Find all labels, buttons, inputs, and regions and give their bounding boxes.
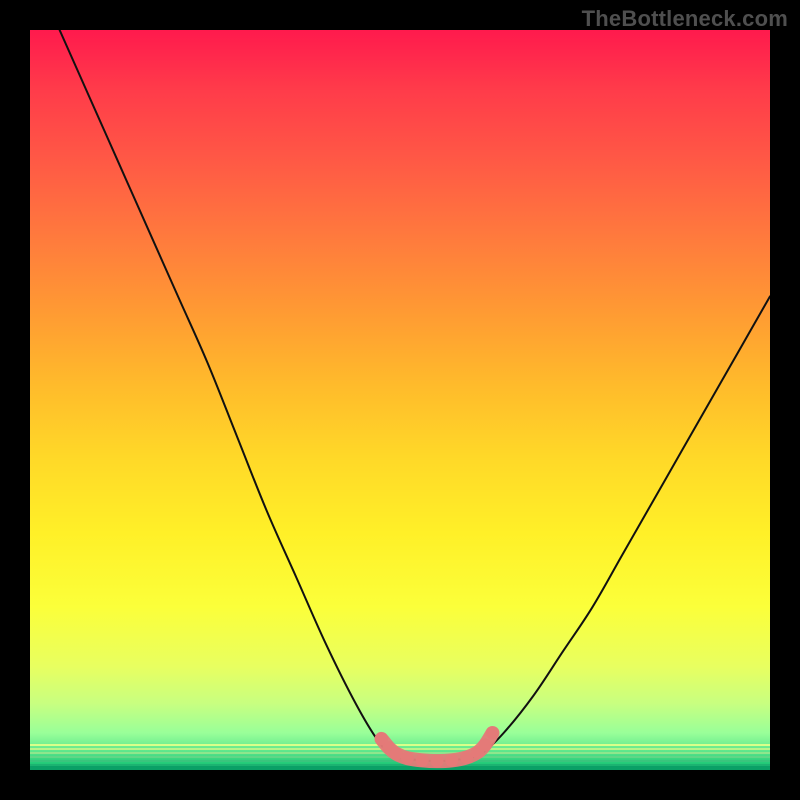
curve-group <box>60 30 770 761</box>
valley-marker <box>416 754 429 767</box>
chart-stage: TheBottleneck.com <box>0 0 800 800</box>
valley-marker <box>390 747 403 760</box>
valley-marker <box>431 755 444 768</box>
valley-marker <box>445 754 458 767</box>
bottleneck-curve <box>60 30 770 761</box>
watermark-text: TheBottleneck.com <box>582 6 788 32</box>
valley-marker <box>401 752 414 765</box>
valley-marker <box>460 751 473 764</box>
bottleneck-curve-svg <box>30 30 770 770</box>
valley-marker-group <box>375 727 499 768</box>
plot-area <box>30 30 770 770</box>
valley-marker <box>479 738 492 751</box>
valley-marker <box>486 727 499 740</box>
